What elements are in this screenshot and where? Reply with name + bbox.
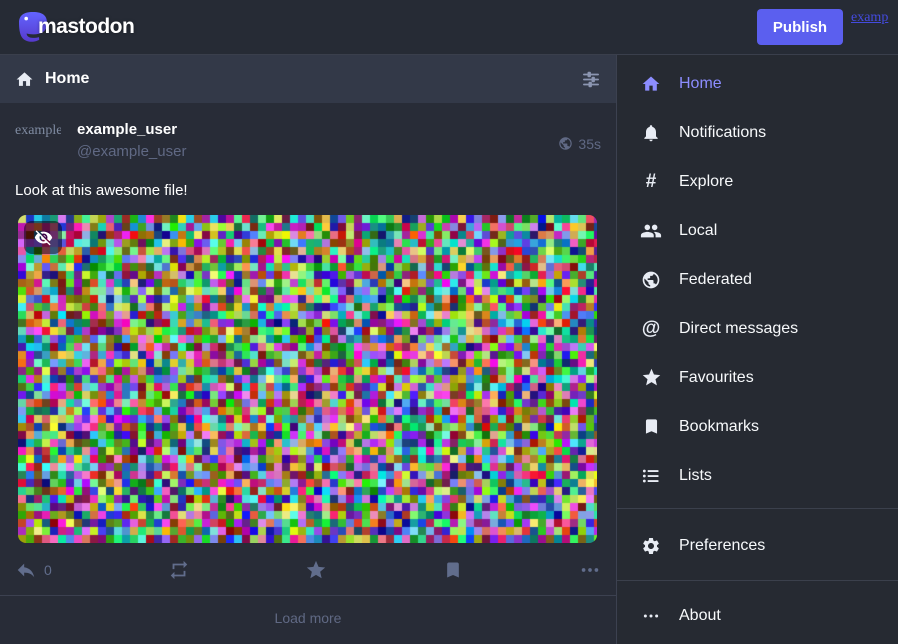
top-app-bar: mastodon Publish examp xyxy=(0,0,898,55)
globe-icon xyxy=(640,270,662,290)
column-settings-sliders-icon[interactable] xyxy=(581,69,601,89)
hashtag-icon: # xyxy=(640,172,662,191)
star-icon xyxy=(305,559,327,581)
bell-icon xyxy=(640,123,662,143)
ellipsis-icon xyxy=(579,559,601,581)
star-icon xyxy=(640,367,662,388)
post-display-name[interactable]: example_user xyxy=(77,119,186,141)
bookmark-icon xyxy=(443,560,463,580)
sidebar-item-about[interactable]: About xyxy=(617,591,898,640)
sidebar-item-label: Notifications xyxy=(679,124,766,142)
boost-button[interactable] xyxy=(168,559,190,581)
app-layout: Home example_user example_user @example_… xyxy=(0,55,898,644)
at-icon: @ xyxy=(640,319,662,338)
home-timeline-column: Home example_user example_user @example_… xyxy=(0,55,617,644)
sidebar-item-label: Bookmarks xyxy=(679,418,759,436)
sidebar-item-lists[interactable]: Lists xyxy=(617,451,898,500)
post-media-image[interactable] xyxy=(18,215,597,543)
reply-icon xyxy=(15,559,37,581)
column-title: Home xyxy=(45,70,89,88)
post-content-text: Look at this awesome file! xyxy=(15,180,601,201)
brand-wordmark: mastodon xyxy=(38,15,134,39)
sidebar-item-label: Lists xyxy=(679,467,712,485)
mastodon-logo[interactable]: mastodon xyxy=(14,8,134,46)
sidebar-item-label: About xyxy=(679,607,721,625)
home-icon xyxy=(640,74,662,94)
status-post: example_user example_user @example_user … xyxy=(0,103,616,595)
sidebar-item-local[interactable]: Local xyxy=(617,206,898,255)
noise-image xyxy=(18,215,597,543)
hide-media-button[interactable] xyxy=(24,221,62,254)
sidebar-item-explore[interactable]: # Explore xyxy=(617,157,898,206)
sidebar-item-federated[interactable]: Federated xyxy=(617,255,898,304)
sidebar-item-label: Preferences xyxy=(679,537,765,555)
sidebar-item-preferences[interactable]: Preferences xyxy=(617,521,898,570)
people-icon xyxy=(640,220,662,242)
reply-button[interactable]: 0 xyxy=(15,559,52,581)
avatar[interactable]: example_user xyxy=(15,119,61,165)
favourite-button[interactable] xyxy=(305,559,327,581)
sidebar-item-direct-messages[interactable]: @ Direct messages xyxy=(617,304,898,353)
sidebar-divider xyxy=(617,580,898,581)
publish-button[interactable]: Publish xyxy=(757,9,843,45)
sidebar-item-label: Home xyxy=(679,75,722,93)
more-options-button[interactable] xyxy=(579,559,601,581)
home-icon xyxy=(15,70,34,89)
bookmark-icon xyxy=(640,417,662,436)
load-more-button[interactable]: Load more xyxy=(0,595,616,644)
corner-account-link[interactable]: examp xyxy=(851,10,896,26)
navigation-panel: Home Notifications # Explore Local Feder… xyxy=(617,55,898,644)
gear-icon xyxy=(640,536,662,556)
ellipsis-icon xyxy=(640,607,662,625)
sidebar-item-bookmarks[interactable]: Bookmarks xyxy=(617,402,898,451)
sidebar-item-notifications[interactable]: Notifications xyxy=(617,108,898,157)
sidebar-divider xyxy=(617,508,898,509)
sidebar-item-home[interactable]: Home xyxy=(617,59,898,108)
post-action-bar: 0 xyxy=(15,559,601,581)
boost-icon xyxy=(168,559,190,581)
sidebar-item-label: Local xyxy=(679,222,717,240)
sidebar-item-label: Explore xyxy=(679,173,733,191)
public-globe-icon xyxy=(558,136,573,151)
post-timestamp[interactable]: 35s xyxy=(578,136,601,152)
eye-slash-icon xyxy=(34,228,53,247)
list-icon xyxy=(640,466,662,486)
bookmark-button[interactable] xyxy=(443,560,463,580)
sidebar-item-label: Federated xyxy=(679,271,752,289)
sidebar-item-label: Favourites xyxy=(679,369,754,387)
post-handle: @example_user xyxy=(77,141,186,163)
sidebar-item-favourites[interactable]: Favourites xyxy=(617,353,898,402)
column-header-home[interactable]: Home xyxy=(0,55,616,103)
sidebar-item-label: Direct messages xyxy=(679,320,798,338)
reply-count: 0 xyxy=(44,562,52,578)
